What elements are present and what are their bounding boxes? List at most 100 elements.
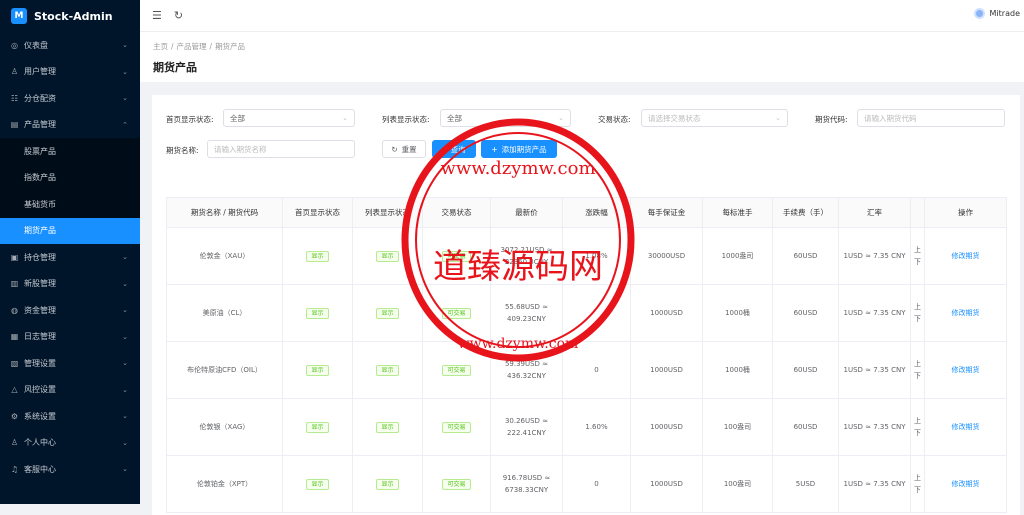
- submenu-item[interactable]: 股票产品: [0, 138, 140, 165]
- sidebar-item-label: 日志管理: [24, 332, 56, 342]
- edit-futures-link[interactable]: 修改期货: [952, 252, 980, 260]
- table-cell: 可交易: [422, 341, 491, 399]
- sidebar-item[interactable]: ⚙ 系统设置 ⌄: [0, 403, 140, 430]
- edit-futures-link[interactable]: 修改期货: [952, 480, 980, 488]
- sidebar-item[interactable]: ▥ 新股管理 ⌄: [0, 271, 140, 298]
- sidebar-item-label: 持仓管理: [24, 252, 56, 262]
- cell-text: 1000桶: [725, 309, 750, 317]
- sidebar-item[interactable]: ☷ 分仓配资 ⌄: [0, 85, 140, 112]
- breadcrumb-home[interactable]: 主页: [153, 42, 168, 51]
- table-cell: 显示: [352, 398, 423, 456]
- table-cell: 55.68USD ≈ 409.23CNY: [490, 284, 563, 342]
- sidebar-item[interactable]: ♫ 客服中心 ⌄: [0, 456, 140, 483]
- cell-text: 上 下: [914, 360, 921, 380]
- status-badge: 显示: [306, 308, 329, 319]
- sidebar-item[interactable]: ▤ 产品管理 ⌃: [0, 112, 140, 139]
- breadcrumb-product[interactable]: 产品管理: [177, 42, 207, 51]
- breadcrumb-current: 期货产品: [215, 42, 246, 51]
- column-header: 期货名称 / 期货代码: [166, 197, 283, 228]
- cell-text: 1.08%: [585, 252, 608, 260]
- code-input[interactable]: 请输入期货代码: [857, 109, 1005, 127]
- list-status-select[interactable]: 全部 ⌄: [440, 109, 571, 127]
- sidebar: M Stock-Admin ◎ 仪表盘 ⌄ ♙ 用户管理 ⌄ ☷ 分仓配资 ⌄ ▤ 产品管理 ⌃ 股票产品…: [0, 0, 140, 504]
- users-icon: ♙: [10, 67, 19, 77]
- status-badge: 显示: [376, 251, 399, 262]
- list-status-value: 全部: [447, 113, 462, 123]
- cell-text: 1USD ≈ 7.35 CNY: [843, 423, 906, 431]
- table-row: 布伦特原油CFD（OIL） 显示 显示 可交易 59.39USD ≈ 436.32CNY…: [166, 341, 1007, 399]
- column-header: 列表显示状态: [352, 197, 423, 228]
- query-button[interactable]: ⌕ 查询: [432, 140, 476, 158]
- chart-icon: ▤: [10, 120, 19, 130]
- home-status-select[interactable]: 全部 ⌄: [223, 109, 355, 127]
- plus-icon: +: [491, 144, 498, 154]
- cell-text: 1000USD: [650, 366, 683, 374]
- table-row: 美原油（CL） 显示 显示 可交易 55.68USD ≈ 409.23CNY 1000US…: [166, 284, 1007, 342]
- add-futures-button[interactable]: + 添加期货产品: [481, 140, 557, 158]
- user-menu[interactable]: Mitrade: [973, 8, 1020, 19]
- table-cell[interactable]: 修改期货: [924, 284, 1007, 342]
- submenu-item[interactable]: 指数产品: [0, 165, 140, 192]
- column-header: 每手保证金: [630, 197, 703, 228]
- table-cell: 30000USD: [630, 227, 703, 285]
- sidebar-item[interactable]: △ 风控设置 ⌄: [0, 377, 140, 404]
- headset-icon: ♫: [10, 464, 19, 474]
- sidebar-item[interactable]: ▧ 管理设置 ⌄: [0, 350, 140, 377]
- sidebar-item[interactable]: ▣ 持仓管理 ⌄: [0, 244, 140, 271]
- dashboard-icon: ◎: [11, 40, 18, 50]
- sidebar-item[interactable]: ◍ 资金管理 ⌄: [0, 297, 140, 324]
- table-cell: 0: [562, 341, 631, 399]
- split-icon: ☷: [10, 93, 19, 103]
- newstock-icon: ▥: [10, 279, 19, 289]
- table-cell: 显示: [352, 227, 423, 285]
- status-badge: 可交易: [442, 308, 471, 319]
- status-badge: 可交易: [442, 365, 471, 376]
- cell-text: 伦敦铂金（XPT）: [196, 480, 253, 488]
- page-header: 主页 / 产品管理 / 期货产品 期货产品: [140, 32, 1024, 82]
- table-cell[interactable]: 修改期货: [924, 398, 1007, 456]
- table-cell[interactable]: 修改期货: [924, 341, 1007, 399]
- sidebar-item[interactable]: ♙ 个人中心 ⌄: [0, 430, 140, 457]
- reset-button[interactable]: ↻ 重置: [382, 140, 426, 158]
- submenu-item[interactable]: 期货产品: [0, 217, 140, 244]
- name-input[interactable]: 请输入期货名称: [207, 140, 355, 158]
- chevron-icon: ⌄: [122, 332, 128, 341]
- app-logo[interactable]: M Stock-Admin: [0, 0, 140, 32]
- cell-text: 55.68USD ≈ 409.23CNY: [504, 303, 549, 323]
- trade-status-select[interactable]: 请选择交易状态 ⌄: [641, 109, 788, 127]
- chevron-down-icon: ⌄: [342, 114, 348, 122]
- sidebar-item-label: 管理设置: [24, 358, 56, 368]
- cell-text: 0: [594, 366, 599, 374]
- column-header: 涨跌幅: [562, 197, 631, 228]
- sidebar-item[interactable]: ◎ 仪表盘 ⌄: [0, 32, 140, 59]
- table-cell[interactable]: 修改期货: [924, 227, 1007, 285]
- submenu-item[interactable]: 基础货币: [0, 191, 140, 218]
- table-cell: 美原油（CL）: [166, 284, 283, 342]
- admin-icon: ▧: [10, 358, 19, 368]
- cell-text: 1USD ≈ 7.35 CNY: [843, 366, 906, 374]
- sidebar-item-label: 系统设置: [24, 411, 56, 421]
- table-cell: 1USD ≈ 7.35 CNY: [838, 398, 911, 456]
- cell-text: 59.39USD ≈ 436.32CNY: [504, 360, 549, 380]
- column-header: 操作: [924, 197, 1007, 228]
- sidebar-item[interactable]: ▦ 日志管理 ⌄: [0, 324, 140, 351]
- collapse-menu-icon[interactable]: ☰: [152, 9, 162, 22]
- cell-text: 1000桶: [725, 366, 750, 374]
- cell-text: 上 下: [914, 474, 921, 494]
- edit-futures-link[interactable]: 修改期货: [952, 309, 980, 317]
- table-cell: 100盎司: [702, 398, 773, 456]
- table-cell: 1.60%: [562, 398, 631, 456]
- edit-futures-link[interactable]: 修改期货: [952, 423, 980, 431]
- edit-futures-link[interactable]: 修改期货: [952, 366, 980, 374]
- cell-text: 美原油（CL）: [202, 309, 247, 317]
- status-badge: 显示: [376, 308, 399, 319]
- table-cell: 上 下: [910, 284, 925, 342]
- table-cell: 上 下: [910, 341, 925, 399]
- sidebar-item[interactable]: ♙ 用户管理 ⌄: [0, 59, 140, 86]
- sidebar-item-label: 新股管理: [24, 279, 56, 289]
- chevron-icon: ⌄: [122, 306, 128, 315]
- refresh-icon[interactable]: ↻: [174, 9, 183, 22]
- sidebar-item-label: 客服中心: [24, 464, 56, 474]
- cell-text: 60USD: [793, 252, 818, 260]
- table-cell: 显示: [282, 227, 353, 285]
